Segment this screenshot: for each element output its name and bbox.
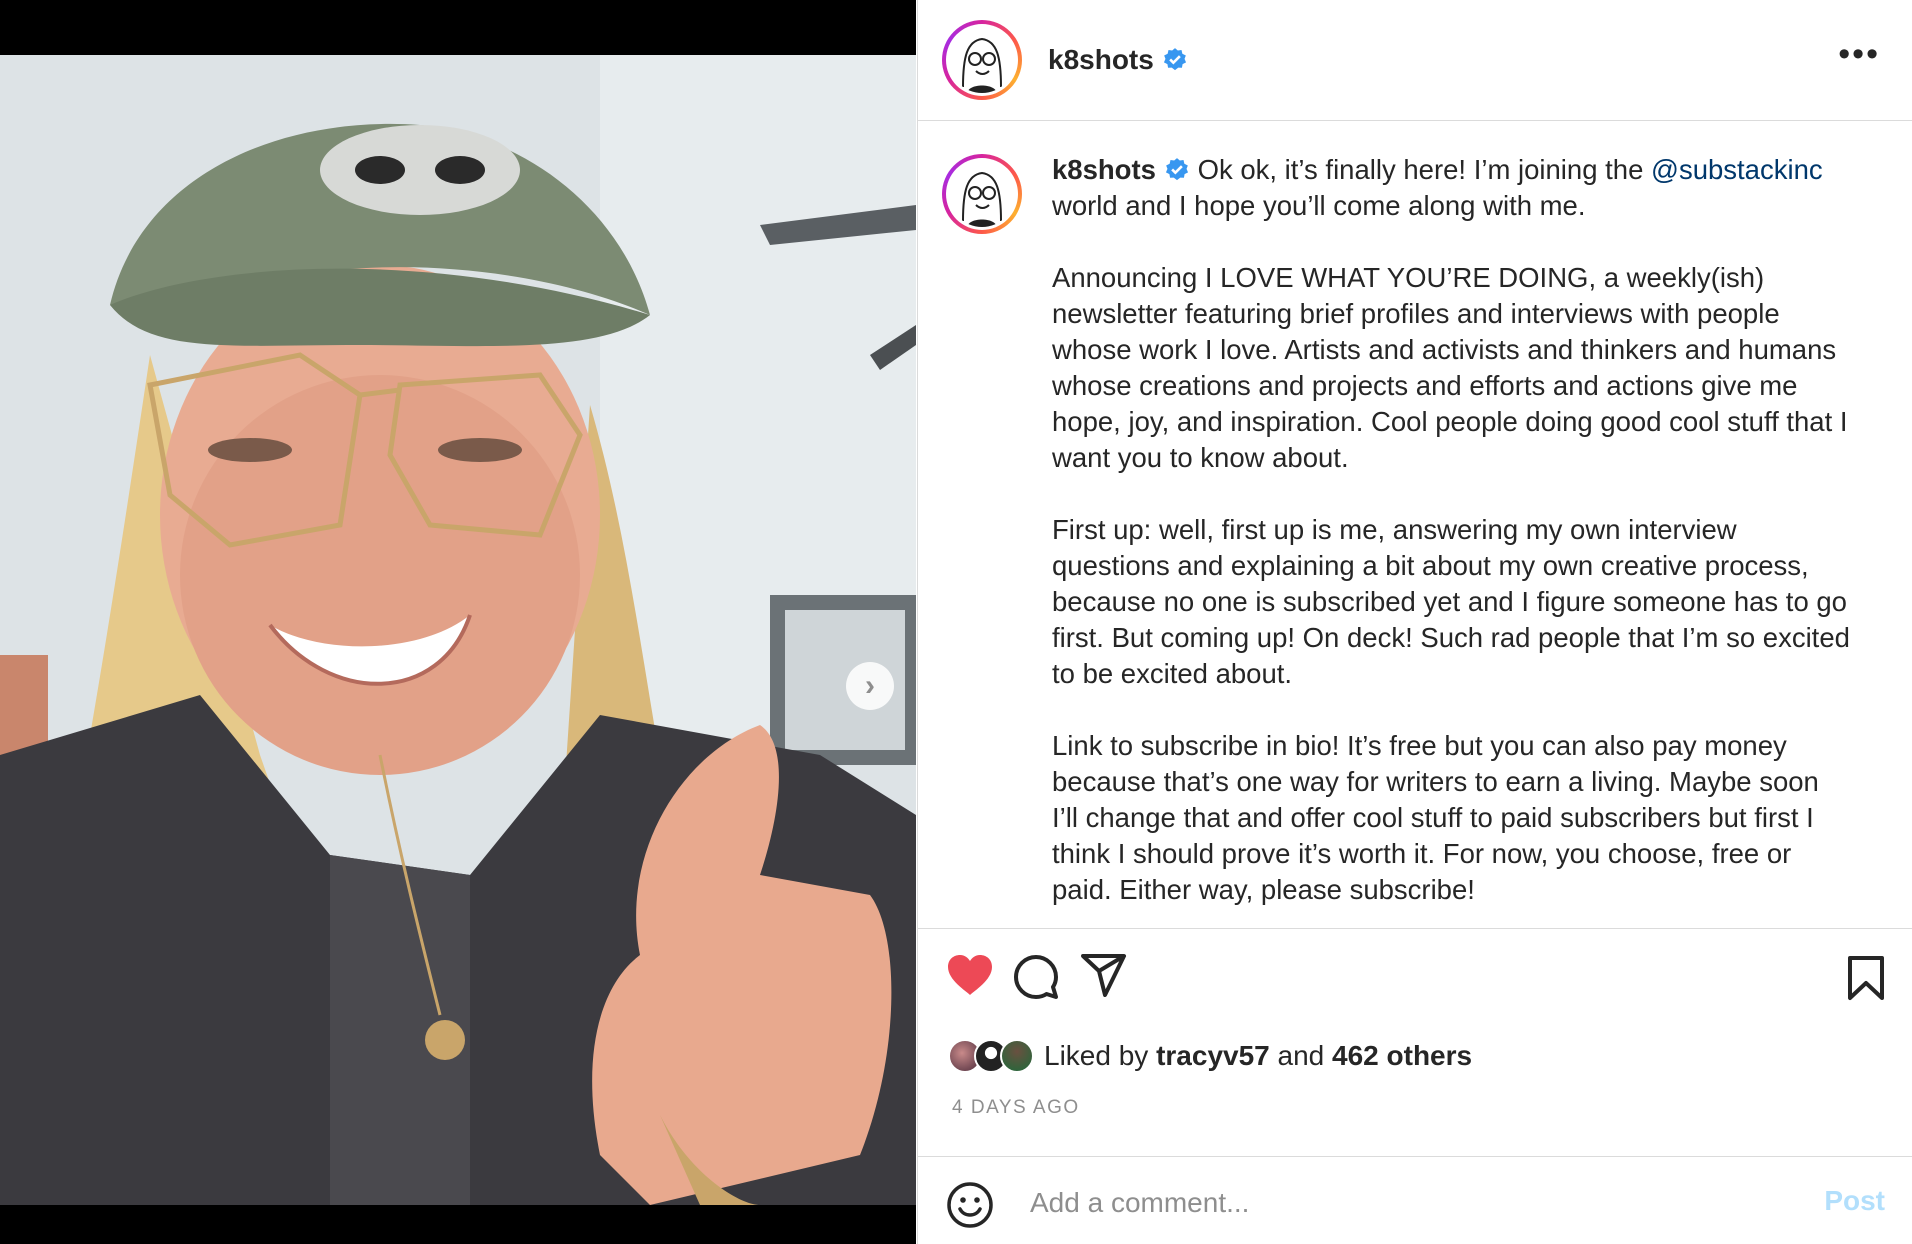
liker-username[interactable]: tracyv57 bbox=[1156, 1040, 1270, 1071]
likes-summary[interactable]: Liked by tracyv57 and 462 others bbox=[948, 1039, 1472, 1073]
caption-paragraph-1: k8shots Ok ok, it’s finally here! I’m jo… bbox=[1052, 154, 1823, 221]
avatar bbox=[1000, 1039, 1034, 1073]
comment-input[interactable] bbox=[1030, 1183, 1730, 1223]
caption-scroll-area[interactable]: k8shots Ok ok, it’s finally here! I’m jo… bbox=[918, 122, 1912, 928]
caption-paragraph-3: First up: well, first up is me, answerin… bbox=[1052, 514, 1850, 689]
caption-text: k8shots Ok ok, it’s finally here! I’m jo… bbox=[1052, 152, 1852, 928]
verified-badge-icon bbox=[1163, 48, 1186, 71]
caption-paragraph-2: Announcing I LOVE WHAT YOU’RE DOING, a w… bbox=[1052, 262, 1848, 473]
avatar-illustration bbox=[949, 27, 1015, 93]
post-sidebar: k8shots ••• k8shots Ok ok, it’s finally … bbox=[917, 0, 1912, 1244]
chevron-right-icon: › bbox=[865, 669, 875, 702]
action-bar: Liked by tracyv57 and 462 others 4 DAYS … bbox=[918, 928, 1912, 1156]
more-horizontal-icon: ••• bbox=[1838, 35, 1880, 73]
caption-comment: k8shots Ok ok, it’s finally here! I’m jo… bbox=[918, 122, 1912, 928]
post-header: k8shots ••• bbox=[918, 0, 1912, 121]
avatar-illustration bbox=[949, 161, 1015, 227]
post-timestamp[interactable]: 4 DAYS AGO bbox=[952, 1097, 1080, 1119]
caption-username[interactable]: k8shots bbox=[1052, 154, 1156, 185]
share-icon[interactable] bbox=[1080, 953, 1128, 999]
post-photo[interactable]: › bbox=[0, 55, 916, 1205]
post-comment-button[interactable]: Post bbox=[1824, 1185, 1885, 1217]
caption-paragraph-4: Link to subscribe in bio! It’s free but … bbox=[1052, 730, 1819, 905]
verified-badge-icon bbox=[1165, 158, 1188, 181]
carousel-next-button[interactable]: › bbox=[846, 662, 894, 710]
post-media[interactable]: › bbox=[0, 0, 916, 1244]
liker-avatars bbox=[948, 1039, 1034, 1073]
mention-link[interactable]: @substackinc bbox=[1651, 154, 1823, 185]
emoji-icon[interactable] bbox=[946, 1181, 994, 1229]
likes-count[interactable]: 462 others bbox=[1332, 1040, 1472, 1071]
selfie-image bbox=[0, 55, 916, 1205]
bookmark-icon[interactable] bbox=[1846, 955, 1886, 1001]
comment-bar: Post bbox=[918, 1156, 1912, 1244]
caption-author-avatar[interactable] bbox=[942, 154, 1022, 234]
comment-icon[interactable] bbox=[1012, 953, 1060, 1001]
more-options-button[interactable]: ••• bbox=[1838, 37, 1880, 71]
heart-icon[interactable] bbox=[946, 953, 994, 997]
author-avatar[interactable] bbox=[942, 20, 1022, 100]
author-username[interactable]: k8shots bbox=[1048, 44, 1188, 76]
likes-text[interactable]: Liked by tracyv57 and 462 others bbox=[1044, 1040, 1472, 1072]
